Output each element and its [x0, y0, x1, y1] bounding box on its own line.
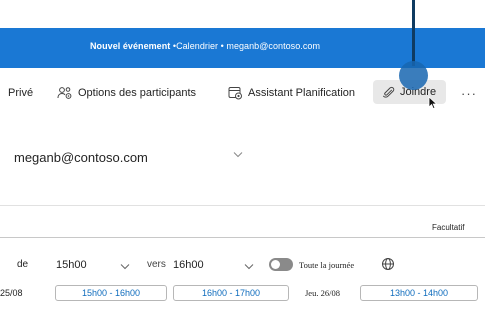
participant-options-button[interactable]: Options des participants — [57, 83, 196, 103]
callout-pointer-line — [412, 0, 415, 66]
optional-attendees-link[interactable]: Facultatif — [432, 223, 464, 232]
window-title-detail: •Calendrier • meganb@contoso.com — [170, 41, 320, 51]
section-divider — [0, 205, 485, 206]
all-day-label: Toute la journée — [299, 260, 355, 270]
suggested-slot[interactable]: 13h00 - 14h00 — [360, 285, 478, 301]
more-options-button[interactable]: ··· — [461, 83, 477, 103]
participant-options-label: Options des participants — [78, 87, 197, 99]
window-title-main: Nouvel événement — [90, 41, 171, 51]
chevron-down-icon[interactable] — [233, 151, 243, 158]
scheduling-assistant-button[interactable]: Assistant Planification — [228, 83, 355, 103]
private-label: Privé — [8, 87, 34, 99]
optional-label: Facultatif — [432, 223, 465, 232]
window-title: Nouvel événement •Calendrier • meganb@co… — [90, 41, 320, 51]
from-label: de — [17, 259, 29, 270]
people-settings-icon — [57, 87, 72, 99]
chevron-down-icon[interactable] — [120, 263, 130, 270]
calendar-assistant-icon — [228, 87, 242, 100]
to-label: vers — [147, 259, 166, 270]
paperclip-icon — [383, 86, 395, 98]
all-day-toggle[interactable] — [269, 258, 293, 271]
account-email: meganb@contoso.com — [14, 150, 148, 165]
callout-highlight-dot — [399, 61, 428, 90]
suggested-times-row: 25/08 15h00 - 16h00 16h00 - 17h00 Jeu. 2… — [0, 283, 485, 303]
account-selector[interactable]: meganb@contoso.com — [14, 150, 148, 165]
globe-icon[interactable] — [381, 257, 395, 271]
end-time-select[interactable]: 16h00 — [173, 259, 204, 271]
chevron-down-icon[interactable] — [244, 263, 254, 270]
private-button[interactable]: Privé — [8, 83, 33, 103]
attendees-field-underline — [0, 237, 485, 238]
suggestion-date: 25/08 — [0, 288, 23, 298]
suggestion-date: Jeu. 26/08 — [305, 288, 340, 298]
mouse-cursor-icon — [428, 96, 438, 110]
new-event-window: Nouvel événement •Calendrier • meganb@co… — [0, 0, 485, 312]
more-options-label: ··· — [461, 85, 477, 101]
suggested-slot[interactable]: 16h00 - 17h00 — [173, 285, 289, 301]
scheduling-assistant-label: Assistant Planification — [248, 87, 355, 99]
start-time-select[interactable]: 15h00 — [56, 259, 87, 271]
time-row: de 15h00 vers 16h00 Toute la journée — [0, 254, 485, 278]
suggested-slot[interactable]: 15h00 - 16h00 — [55, 285, 167, 301]
